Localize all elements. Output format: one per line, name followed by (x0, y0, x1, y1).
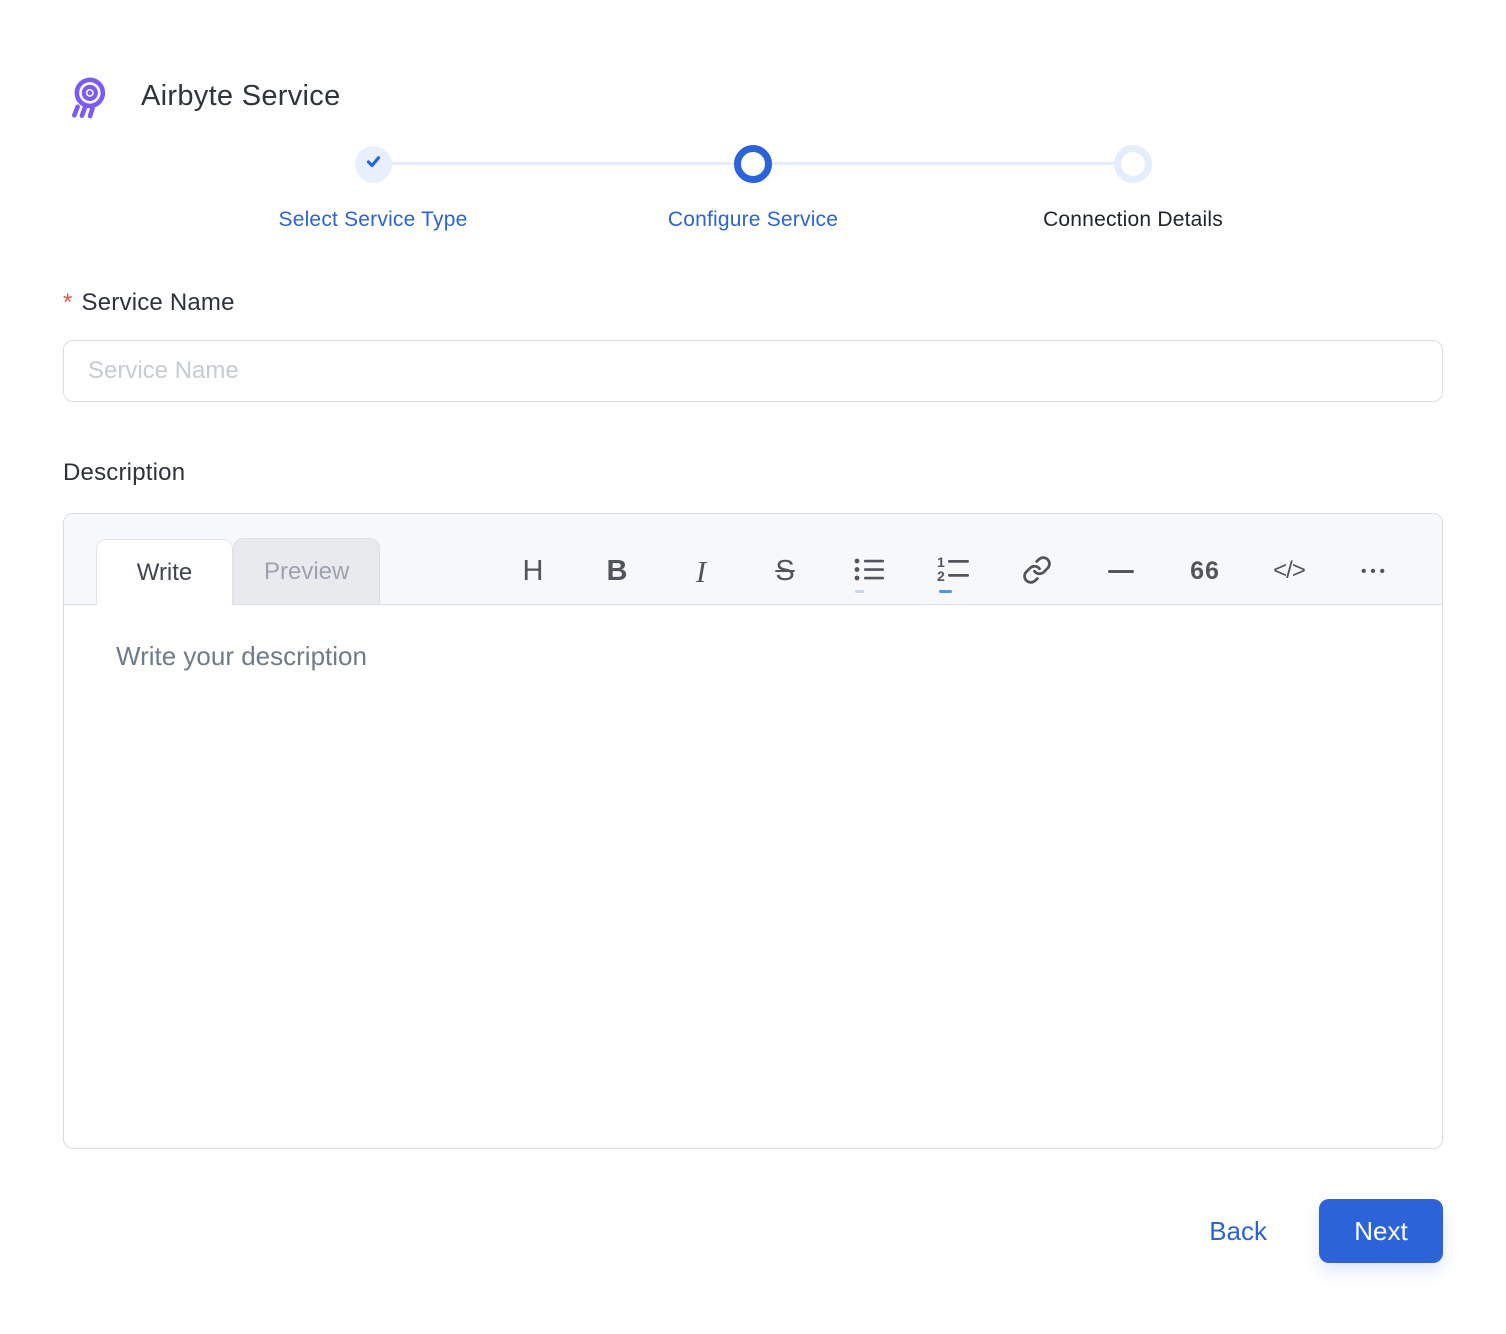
horizontal-rule-button[interactable] (1104, 549, 1138, 593)
step-select-service-type[interactable]: Select Service Type (183, 144, 563, 232)
bold-button[interactable]: B (600, 549, 634, 593)
ordered-list-icon: 1 2 (937, 554, 969, 586)
description-label: Description (63, 459, 186, 486)
step-label[interactable]: Connection Details (1043, 208, 1223, 232)
ordered-list-indicator (939, 590, 952, 593)
italic-icon: I (695, 553, 707, 589)
step-label[interactable]: Select Service Type (278, 208, 467, 232)
step-completed-circle[interactable] (354, 145, 392, 183)
next-button[interactable]: Next (1319, 1199, 1443, 1263)
step-label[interactable]: Configure Service (668, 208, 838, 232)
footer-actions: Back Next (63, 1199, 1443, 1263)
check-icon (364, 152, 383, 176)
back-button[interactable]: Back (1209, 1216, 1267, 1247)
quote-button[interactable]: 66 (1188, 549, 1222, 593)
bold-icon: B (606, 554, 628, 587)
bullet-list-icon (854, 557, 885, 585)
editor-tabs: Write Preview (96, 538, 381, 605)
description-textarea[interactable] (64, 605, 1442, 1148)
bullet-list-button[interactable] (852, 549, 886, 593)
ordered-list-button[interactable]: 1 2 (936, 549, 970, 593)
tab-preview[interactable]: Preview (233, 538, 381, 604)
svg-text:2: 2 (937, 568, 945, 583)
code-icon: </> (1273, 557, 1306, 584)
strikethrough-button[interactable]: S (768, 549, 802, 593)
bullet-list-indicator (855, 590, 864, 593)
strikethrough-icon: S (775, 554, 795, 587)
heading-icon: H (522, 554, 544, 587)
step-connection-details[interactable]: Connection Details (943, 144, 1323, 232)
editor-toolbar: Write Preview H B I S 1 2 66 </> ••• (64, 514, 1442, 605)
link-button[interactable] (1020, 549, 1054, 593)
italic-button[interactable]: I (684, 549, 718, 593)
tab-write[interactable]: Write (96, 539, 233, 605)
heading-button[interactable]: H (516, 549, 550, 593)
step-configure-service[interactable]: Configure Service (563, 144, 943, 232)
quote-icon: 66 (1190, 556, 1220, 585)
step-upcoming-circle[interactable] (1114, 145, 1152, 183)
service-name-input[interactable] (63, 340, 1443, 402)
page-header: Airbyte Service (63, 0, 1443, 120)
link-icon (1022, 555, 1052, 588)
service-name-label: * Service Name (63, 289, 235, 316)
step-active-circle[interactable] (734, 145, 772, 183)
airbyte-logo-icon (63, 72, 111, 120)
page-title: Airbyte Service (141, 79, 341, 112)
stepper: Select Service Type Configure Service Co… (183, 144, 1323, 232)
formatting-toolbar: H B I S 1 2 66 </> ••• (516, 538, 1390, 604)
more-options-button[interactable]: ••• (1356, 549, 1390, 593)
code-button[interactable]: </> (1272, 549, 1306, 593)
horizontal-rule-icon (1108, 569, 1134, 573)
ellipsis-icon: ••• (1361, 562, 1389, 580)
airbyte-service-wizard: Airbyte Service Select Service Type Conf… (0, 0, 1506, 1334)
description-editor: Write Preview H B I S 1 2 66 </> ••• Wri… (63, 513, 1443, 1149)
required-asterisk: * (63, 289, 73, 316)
